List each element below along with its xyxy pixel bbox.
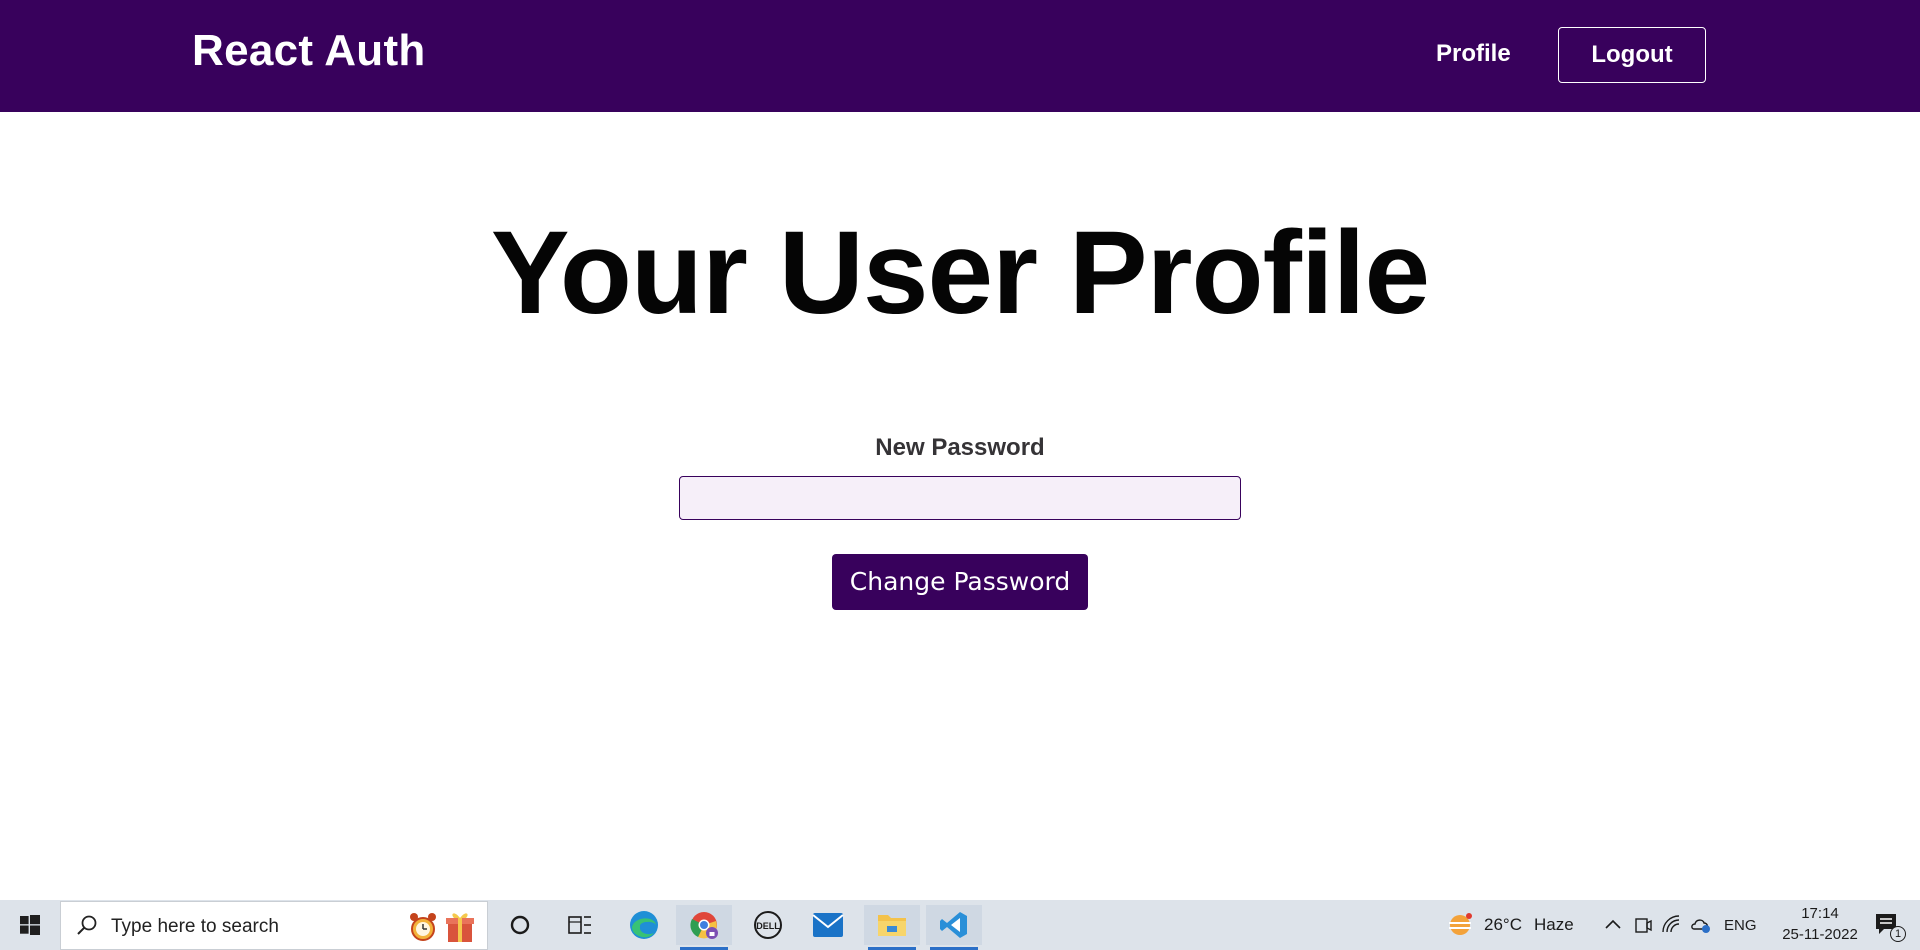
meet-now-icon[interactable] — [1632, 914, 1654, 936]
dell-icon: DELL — [754, 911, 782, 939]
onedrive-sync-icon[interactable] — [1690, 914, 1712, 936]
task-view-icon — [568, 916, 591, 934]
mail-icon — [812, 913, 844, 937]
weather-description[interactable]: Haze — [1534, 915, 1574, 935]
vscode-taskbar-button[interactable] — [926, 905, 982, 950]
notification-count-badge: 1 — [1890, 926, 1906, 942]
app-window: React Auth Profile Logout Your User Prof… — [0, 0, 1920, 900]
dell-taskbar-button[interactable]: DELL — [740, 905, 796, 945]
new-password-input[interactable] — [679, 476, 1241, 520]
taskbar-clock-time[interactable]: 17:14 — [1775, 905, 1865, 922]
edge-icon — [630, 911, 658, 939]
file-explorer-taskbar-button[interactable] — [864, 905, 920, 950]
language-indicator[interactable]: ENG — [1724, 917, 1757, 934]
app-logo[interactable]: React Auth — [192, 26, 426, 76]
taskbar-search-box[interactable]: Type here to search — [60, 901, 488, 950]
cortana-icon — [510, 915, 530, 935]
nav-profile-link[interactable]: Profile — [1436, 40, 1511, 68]
search-placeholder: Type here to search — [111, 916, 279, 937]
weather-haze-icon[interactable] — [1446, 912, 1474, 940]
change-password-button[interactable]: Change Password — [832, 554, 1088, 610]
vscode-icon — [940, 912, 967, 938]
wifi-icon[interactable] — [1661, 914, 1683, 936]
taskbar-clock-date[interactable]: 25-11-2022 — [1765, 926, 1875, 943]
action-center-button[interactable]: 1 — [1866, 910, 1906, 942]
file-explorer-icon — [878, 915, 906, 936]
cortana-button[interactable] — [492, 905, 548, 945]
top-navbar: React Auth Profile Logout — [0, 0, 1920, 112]
edge-taskbar-button[interactable] — [616, 905, 672, 945]
new-password-label: New Password — [875, 434, 1045, 461]
windows-logo-icon — [20, 915, 40, 935]
gift-box-icon — [446, 913, 474, 942]
task-view-button[interactable] — [552, 905, 608, 945]
alarm-clock-icon — [410, 913, 436, 941]
windows-start-button[interactable] — [0, 900, 60, 950]
weather-temperature[interactable]: 26°C — [1484, 915, 1522, 935]
svg-text:DELL: DELL — [756, 921, 780, 931]
chrome-taskbar-button[interactable] — [676, 905, 732, 950]
logout-button[interactable]: Logout — [1558, 27, 1706, 83]
windows-taskbar: Type here to search DELL 26°C Haze ENG 1… — [0, 900, 1920, 950]
search-icon — [77, 915, 97, 935]
chrome-icon — [690, 912, 718, 939]
mail-taskbar-button[interactable] — [800, 905, 856, 945]
chevron-up-icon[interactable] — [1602, 914, 1624, 936]
page-title: Your User Profile — [490, 207, 1430, 339]
